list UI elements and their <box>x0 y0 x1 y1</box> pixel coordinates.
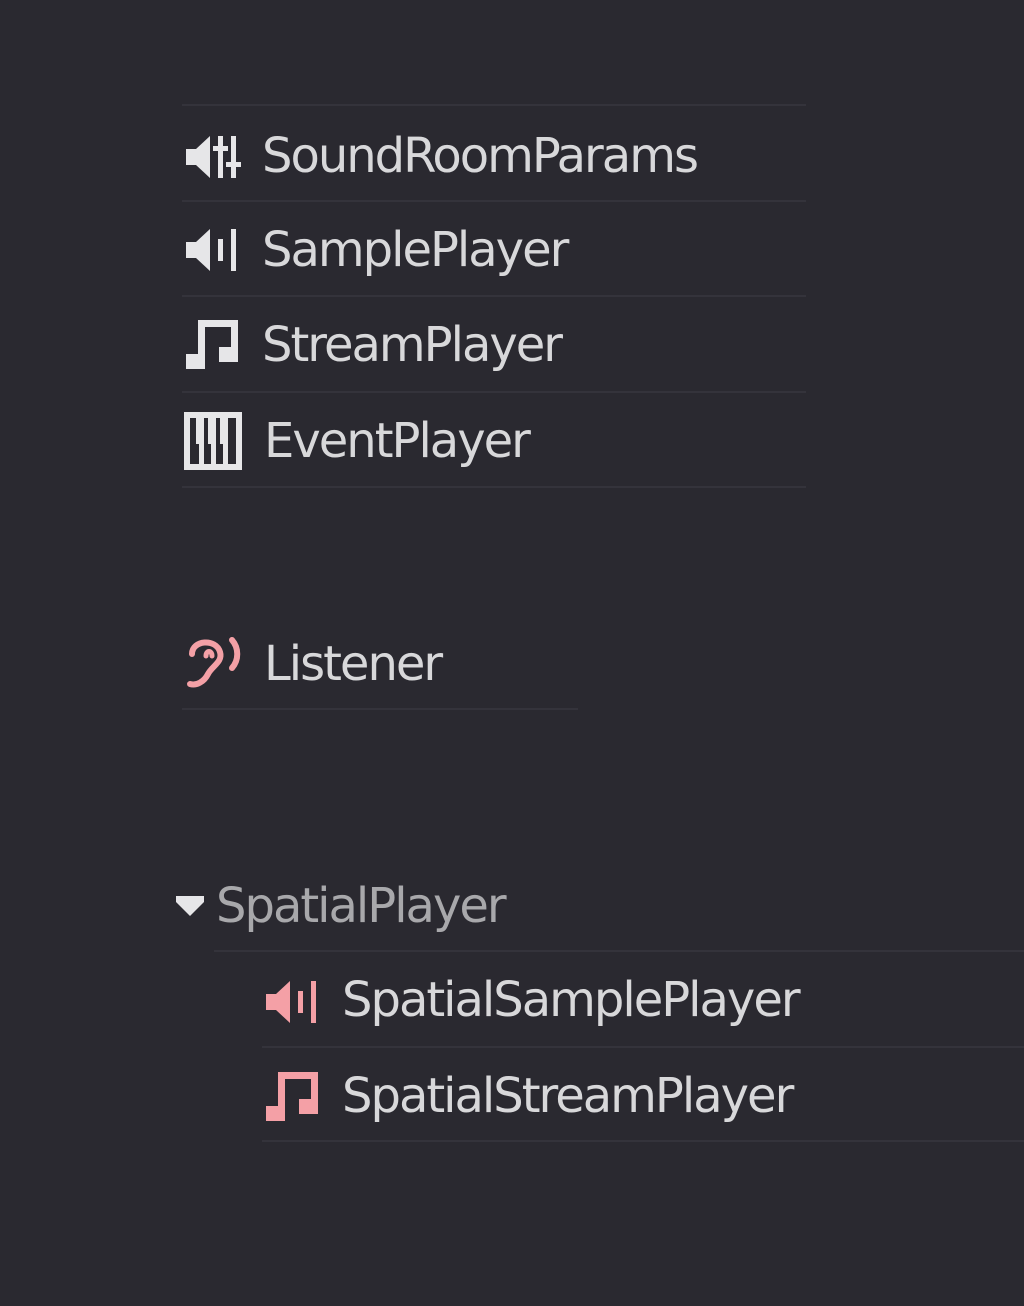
tree-item-label: EventPlayer <box>264 413 531 469</box>
separator <box>182 486 806 488</box>
separator <box>262 1140 1024 1142</box>
tree-item-label: Listener <box>264 636 443 692</box>
speaker-icon <box>184 221 242 279</box>
tree-item-listener[interactable]: Listener <box>182 620 578 710</box>
music-note-icon <box>264 1068 322 1126</box>
separator <box>182 708 578 710</box>
speaker-icon <box>264 973 322 1031</box>
tree-item-spatial-sample-player[interactable]: SpatialSamplePlayer <box>262 952 1024 1048</box>
tree-item-label: SamplePlayer <box>262 222 569 278</box>
tree-item-label: SpatialStreamPlayer <box>342 1068 794 1124</box>
music-note-icon <box>184 316 242 374</box>
tree-item-label: StreamPlayer <box>262 317 563 373</box>
tree-item-event-player[interactable]: EventPlayer <box>182 393 806 488</box>
tree-item-stream-player[interactable]: StreamPlayer <box>182 297 806 393</box>
tree-item-sound-room-params[interactable]: SoundRoomParams <box>182 104 806 202</box>
tree-item-spatial-stream-player[interactable]: SpatialStreamPlayer <box>262 1048 1024 1142</box>
separator <box>182 104 806 106</box>
tree-group-label: SpatialPlayer <box>216 878 507 934</box>
tree-group-spatial-player[interactable]: SpatialPlayer <box>172 872 1024 952</box>
tree-item-sample-player[interactable]: SamplePlayer <box>182 202 806 297</box>
ear-icon <box>184 634 242 692</box>
tree-item-label: SpatialSamplePlayer <box>342 972 801 1028</box>
piano-keys-icon <box>184 412 242 470</box>
speaker-params-icon <box>184 128 242 186</box>
triangle-down-icon[interactable] <box>172 888 208 924</box>
tree-item-label: SoundRoomParams <box>262 128 699 184</box>
